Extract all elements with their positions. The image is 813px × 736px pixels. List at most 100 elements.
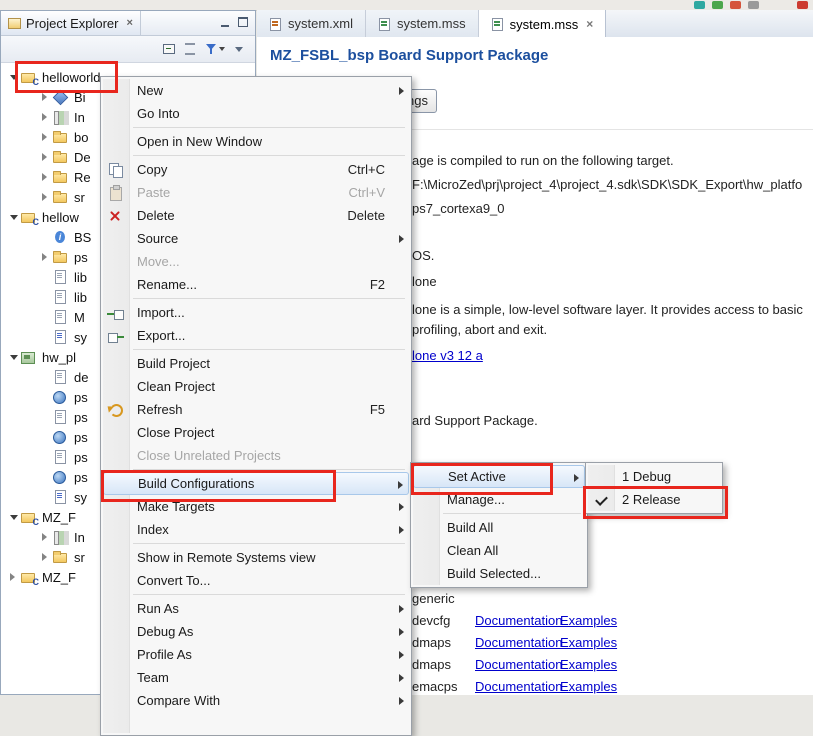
documentation-link[interactable]: Documentation (475, 635, 562, 650)
menu-item[interactable]: 2 Release (588, 488, 720, 511)
tree-item-label: ps (74, 249, 88, 265)
tree-item-label: ps (74, 389, 88, 405)
tree-expander-icon[interactable] (8, 351, 20, 363)
menu-item[interactable]: Export... (103, 324, 409, 347)
examples-link[interactable]: Examples (560, 657, 617, 672)
submenu-arrow-icon (399, 651, 404, 659)
menu-item[interactable]: Close Project (103, 421, 409, 444)
tree-item-label: Bi (74, 89, 86, 105)
menu-item-label: Refresh (137, 402, 183, 417)
menu-item[interactable]: Rename... F2 (103, 273, 409, 296)
menu-item[interactable]: Show in Remote Systems view (103, 546, 409, 569)
menu-item[interactable]: Delete Delete (103, 204, 409, 227)
menu-item[interactable]: Debug As (103, 620, 409, 643)
red-tool-icon[interactable] (730, 1, 741, 9)
examples-link[interactable]: Examples (560, 679, 617, 694)
menu-item[interactable]: Convert To... (103, 569, 409, 592)
menu-item[interactable]: Index (103, 518, 409, 541)
menu-item[interactable]: Paste Ctrl+V (103, 181, 409, 204)
tree-expander-icon[interactable] (40, 131, 52, 143)
file-icon (378, 17, 391, 31)
tree-expander-icon[interactable] (8, 511, 20, 523)
menu-item[interactable]: Set Active (413, 465, 585, 488)
menu-item[interactable]: Go Into (103, 102, 409, 125)
tree-expander-icon[interactable] (40, 551, 52, 563)
minimize-icon[interactable] (221, 24, 229, 27)
filter-icon[interactable] (205, 43, 225, 55)
menu-item[interactable]: Team (103, 666, 409, 689)
tree-expander-icon[interactable] (8, 571, 20, 583)
editor-tab[interactable]: system.mss (366, 10, 479, 37)
examples-link[interactable]: Examples (560, 613, 617, 628)
editor-tab[interactable]: system.mss (478, 10, 607, 38)
page-title: MZ_FSBL_bsp Board Support Package (270, 47, 549, 64)
tree-expander-icon[interactable] (40, 191, 52, 203)
menu-item[interactable]: Manage... (413, 488, 585, 511)
editor-tab[interactable]: system.xml (257, 10, 366, 37)
tree-item-icon (52, 369, 70, 385)
menu-item[interactable]: Open in New Window (103, 130, 409, 153)
menu-item-label: Open in New Window (137, 134, 262, 149)
tree-expander-icon[interactable] (8, 71, 20, 83)
view-menu-icon[interactable] (235, 46, 243, 52)
close-icon[interactable] (586, 17, 593, 31)
menu-item-label: Build Configurations (138, 476, 255, 491)
menu-item-icon (105, 600, 131, 618)
driver-name: devcfg (412, 612, 451, 628)
tree-expander-icon[interactable] (40, 151, 52, 163)
menu-item[interactable]: Import... (103, 301, 409, 324)
menu-item[interactable]: New (103, 79, 409, 102)
menu-item[interactable]: Build Selected... (413, 562, 585, 585)
documentation-link[interactable]: Documentation (475, 679, 562, 694)
red-tool-icon[interactable] (797, 1, 808, 9)
menu-item[interactable]: Clean Project (103, 375, 409, 398)
menu-item[interactable]: 1 Debug (588, 465, 720, 488)
menu-item[interactable]: Profile As (103, 643, 409, 666)
tree-expander-icon[interactable] (8, 211, 20, 223)
hardware-specification-path: F:\MicroZed\prj\project_4\project_4.sdk\… (412, 177, 803, 192)
menu-item[interactable]: Build Project (103, 352, 409, 375)
tree-item-label: ps (74, 449, 88, 465)
menu-item[interactable]: Build All (413, 516, 585, 539)
driver-name: generic (412, 590, 455, 606)
menu-item-icon (105, 161, 131, 179)
menu-item[interactable]: Compare With (103, 689, 409, 712)
tree-item-label: sr (74, 189, 85, 205)
tree-item-label: De (74, 149, 91, 165)
close-icon[interactable] (126, 17, 132, 29)
menu-item[interactable]: Close Unrelated Projects (103, 444, 409, 467)
tree-item-icon (52, 409, 70, 425)
collapse-all-icon[interactable] (163, 44, 175, 54)
menu-item[interactable]: Refresh F5 (103, 398, 409, 421)
maximize-icon[interactable] (238, 17, 248, 27)
tree-expander-icon[interactable] (40, 251, 52, 263)
tab-project-explorer[interactable]: Project Explorer (1, 11, 141, 35)
menu-item[interactable]: Run As (103, 597, 409, 620)
editor-tab-label: system.mss (397, 16, 466, 31)
tree-item-label: ps (74, 469, 88, 485)
link-with-editor-icon[interactable] (185, 43, 195, 55)
menu-item-label: Team (137, 670, 169, 685)
teal-tool-icon[interactable] (694, 1, 705, 9)
tree-expander-icon[interactable] (40, 171, 52, 183)
menu-item[interactable]: Source (103, 227, 409, 250)
tree-expander-icon[interactable] (40, 91, 52, 103)
menu-item-label: Delete (137, 208, 175, 223)
os-version-link[interactable]: lone v3 12 a (412, 348, 483, 363)
gray-tool-icon[interactable] (748, 1, 759, 9)
documentation-link[interactable]: Documentation (475, 613, 562, 628)
menu-item[interactable]: Make Targets (103, 495, 409, 518)
examples-link[interactable]: Examples (560, 635, 617, 650)
set-active-submenu: 1 Debug 2 Release (585, 462, 723, 514)
menu-separator (133, 543, 405, 544)
menu-item[interactable]: Copy Ctrl+C (103, 158, 409, 181)
green-tool-icon[interactable] (712, 1, 723, 9)
menu-item[interactable]: Build Configurations (103, 472, 409, 495)
documentation-link[interactable]: Documentation (475, 657, 562, 672)
menu-item[interactable]: Move... (103, 250, 409, 273)
menu-item[interactable]: Clean All (413, 539, 585, 562)
tree-expander-icon[interactable] (40, 111, 52, 123)
tree-item-icon (20, 210, 39, 227)
os-description-line2: profiling, abort and exit. (412, 322, 548, 337)
tree-expander-icon[interactable] (40, 531, 52, 543)
